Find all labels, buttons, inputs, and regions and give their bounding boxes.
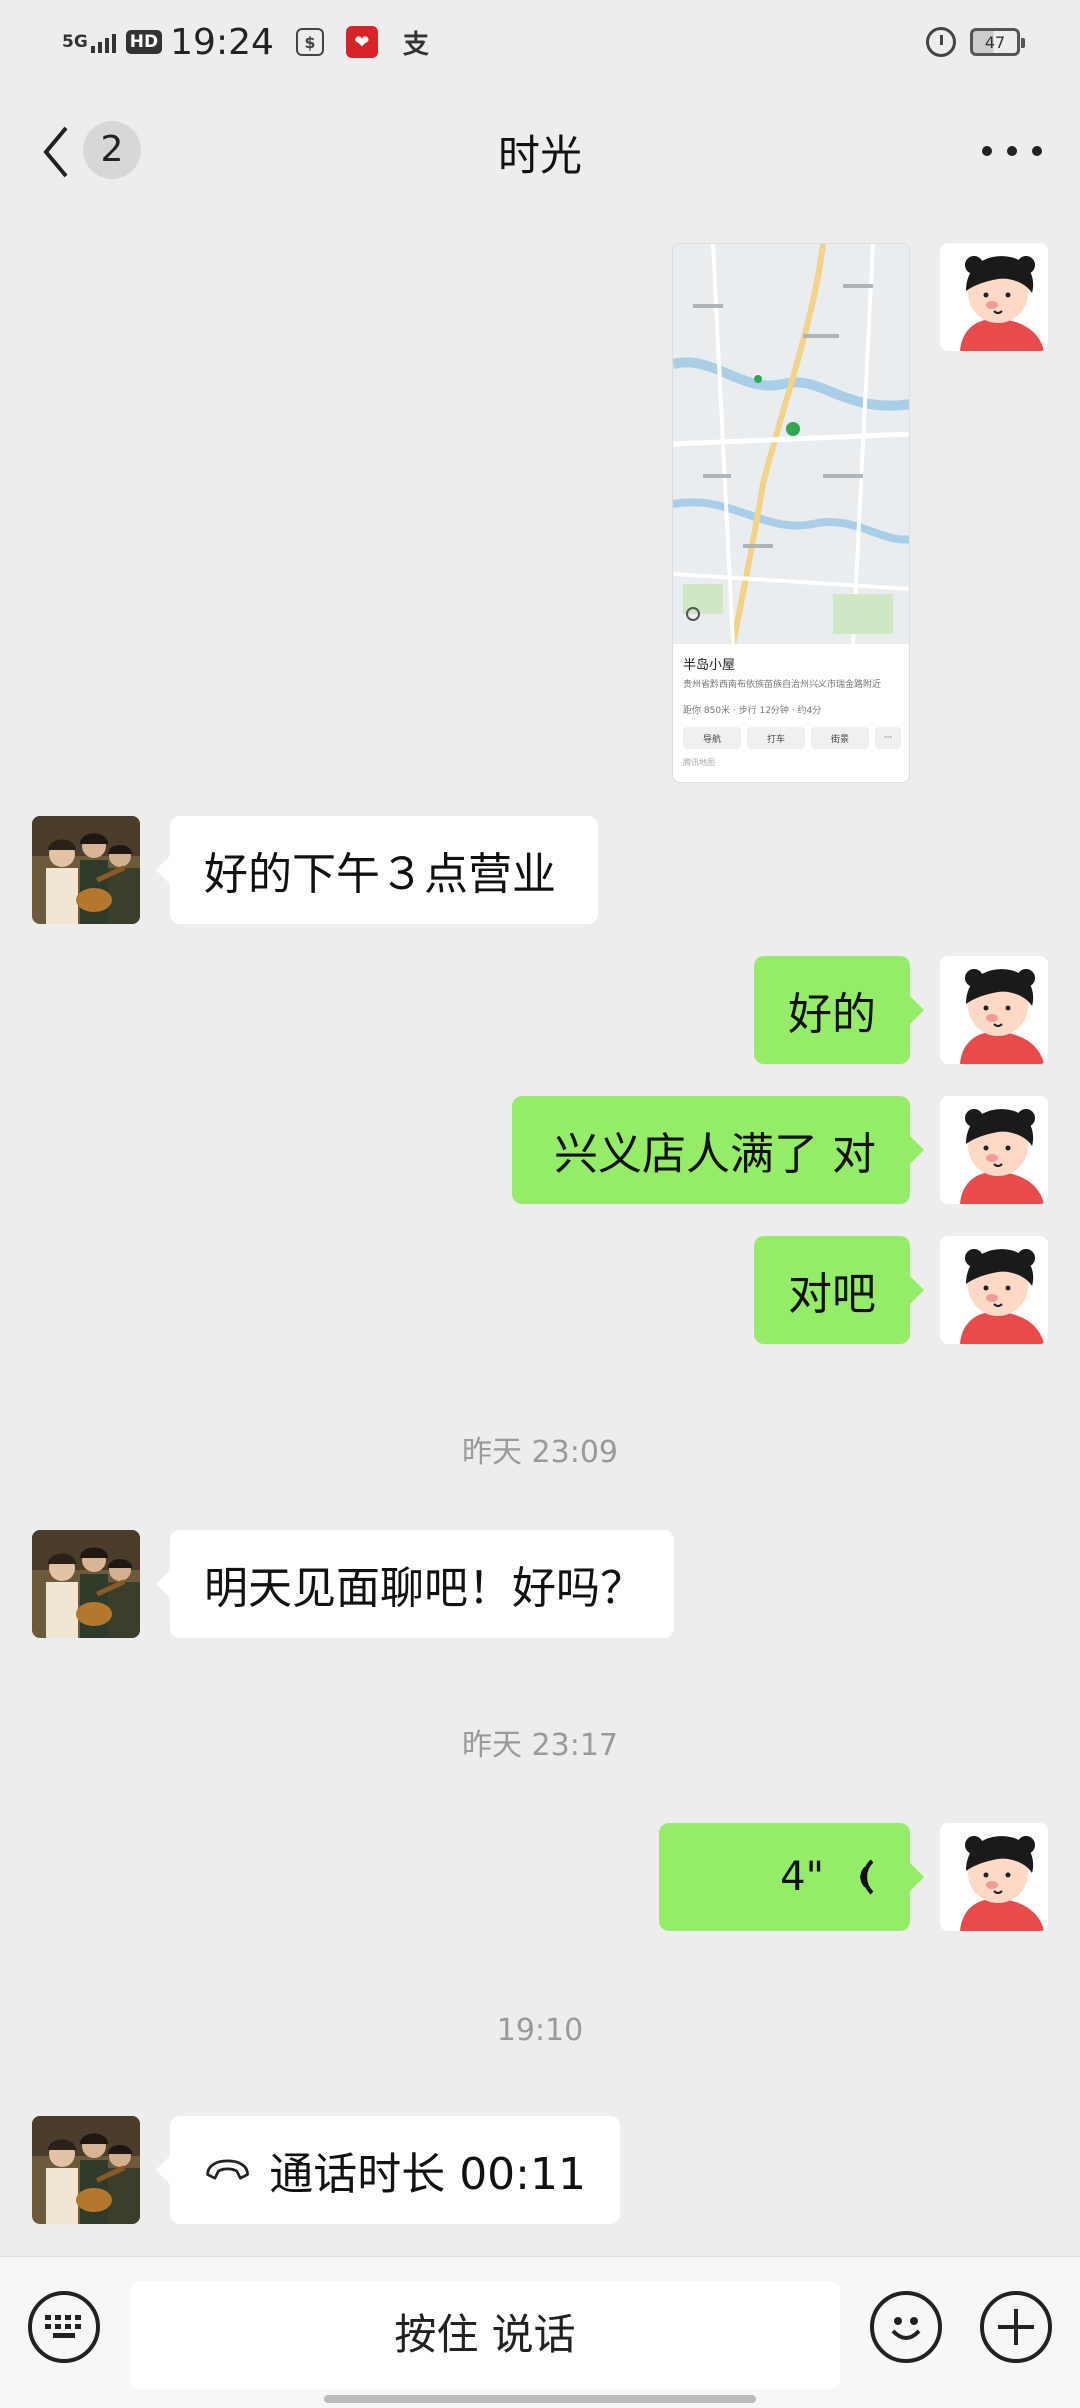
message-bubble[interactable]: 好的下午３点营业 bbox=[156, 816, 598, 924]
plus-icon[interactable] bbox=[980, 2291, 1052, 2363]
my-avatar[interactable] bbox=[940, 956, 1048, 1064]
message-text: 明天见面聊吧！好吗？ bbox=[204, 1563, 644, 1614]
hd-badge: HD bbox=[125, 30, 163, 54]
phone-hangup-icon bbox=[206, 2159, 249, 2180]
call-duration: 通话时长 00:11 bbox=[269, 2149, 586, 2200]
contact-avatar[interactable] bbox=[32, 2116, 140, 2224]
input-bar: 按住 说话 bbox=[0, 2256, 1080, 2408]
timestamp: 昨天 23:09 bbox=[462, 1435, 618, 1470]
alarm-icon bbox=[926, 27, 956, 57]
notification-app-icon: $ bbox=[295, 28, 324, 56]
more-options-button[interactable]: ··· bbox=[875, 727, 901, 749]
my-avatar[interactable] bbox=[940, 1096, 1048, 1204]
message-bubble[interactable]: 兴义店人满了 对 bbox=[512, 1096, 924, 1204]
notification-heart-icon: ❤ bbox=[345, 26, 378, 58]
hold-to-talk-button[interactable]: 按住 说话 bbox=[130, 2281, 840, 2389]
map-source: 腾讯地图 bbox=[683, 758, 715, 767]
location-address: 贵州省黔西南布依族苗族自治州兴义市瑞金路附近 bbox=[683, 680, 882, 690]
my-avatar[interactable] bbox=[940, 1236, 1048, 1344]
chat-title: 时光 bbox=[497, 131, 582, 180]
home-indicator[interactable] bbox=[324, 2395, 756, 2403]
voice-wave-icon bbox=[860, 1859, 874, 1895]
timestamp: 19:10 bbox=[496, 2013, 584, 2048]
my-avatar[interactable] bbox=[940, 1823, 1048, 1931]
status-time: 19:24 bbox=[170, 21, 274, 63]
call-record[interactable]: 通话时长 00:11 bbox=[156, 2116, 620, 2224]
location-meta: 距你 850米 · 步行 12分钟 · 约4分 bbox=[683, 706, 822, 716]
keyboard-icon[interactable] bbox=[28, 2291, 100, 2363]
contact-avatar[interactable] bbox=[32, 816, 140, 924]
chat-header: 2 时光 bbox=[0, 84, 1080, 216]
navigate-button[interactable]: 导航 bbox=[683, 727, 741, 749]
taxi-button[interactable]: 打车 bbox=[747, 727, 805, 749]
alipay-icon: 支 bbox=[402, 29, 429, 60]
emoji-icon[interactable] bbox=[870, 2291, 942, 2363]
message-bubble[interactable]: 对吧 bbox=[754, 1236, 924, 1344]
message-text: 对吧 bbox=[788, 1269, 876, 1320]
battery-icon: 47 bbox=[970, 28, 1025, 56]
location-name: 半岛小屋 bbox=[683, 658, 736, 673]
message-bubble[interactable]: 明天见面聊吧！好吗？ bbox=[156, 1530, 674, 1638]
location-info: 半岛小屋 贵州省黔西南布依族苗族自治州兴义市瑞金路附近 距你 850米 · 步行… bbox=[673, 644, 909, 782]
location-card[interactable]: 半岛小屋 贵州省黔西南布依族苗族自治州兴义市瑞金路附近 距你 850米 · 步行… bbox=[672, 243, 910, 783]
message-text: 兴义店人满了 对 bbox=[554, 1129, 876, 1180]
voice-duration: 4" bbox=[780, 1854, 824, 1900]
street-view-button[interactable]: 街景 bbox=[811, 727, 869, 749]
signal-icon bbox=[90, 31, 116, 53]
status-bar: 5G HD 19:24 $ ❤ 支 47 bbox=[0, 0, 1080, 84]
my-avatar[interactable] bbox=[940, 243, 1048, 351]
timestamp: 昨天 23:17 bbox=[462, 1728, 618, 1763]
voice-message[interactable]: 4" bbox=[659, 1823, 924, 1931]
map-preview bbox=[673, 244, 909, 644]
message-bubble[interactable]: 好的 bbox=[754, 956, 924, 1064]
more-dots-icon[interactable] bbox=[982, 136, 1042, 166]
network-type: 5G bbox=[62, 31, 88, 52]
contact-avatar[interactable] bbox=[32, 1530, 140, 1638]
message-text: 好的 bbox=[788, 989, 876, 1040]
message-text: 好的下午３点营业 bbox=[204, 849, 556, 900]
